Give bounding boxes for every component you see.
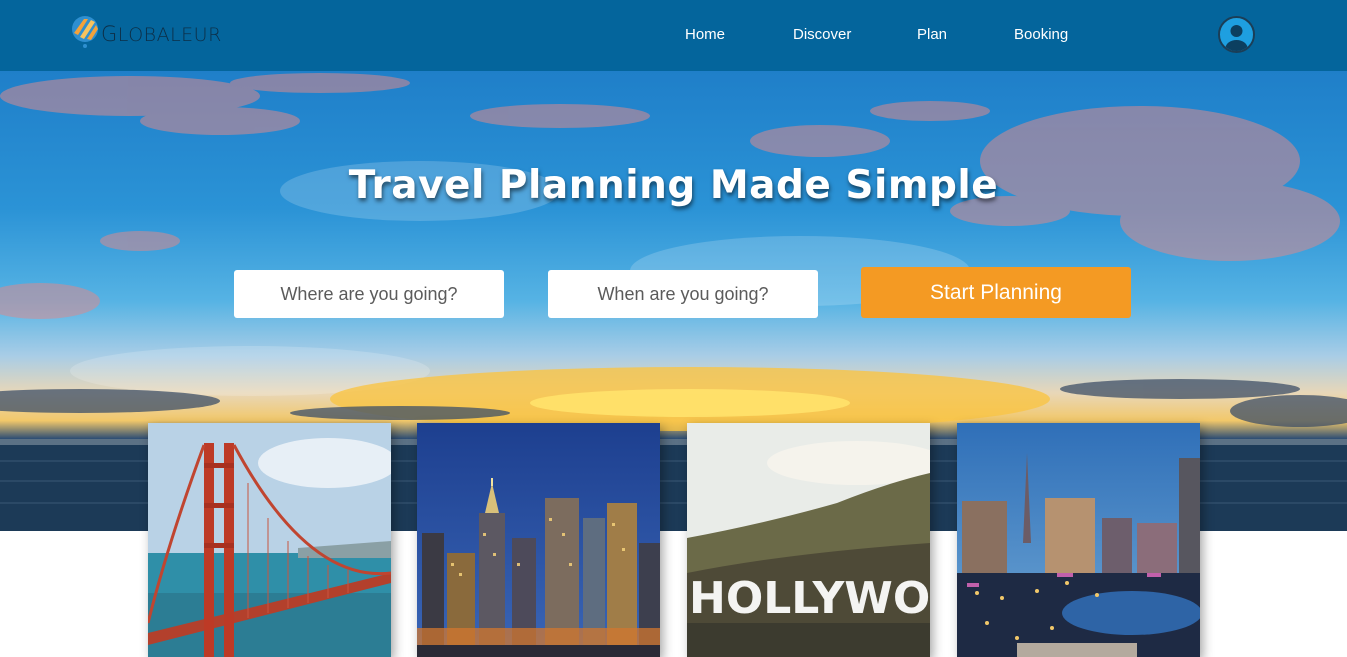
top-navbar: GLOBALEUR Home Discover Plan Booking bbox=[0, 0, 1347, 71]
new-york-skyline-image bbox=[417, 423, 660, 657]
hollywood-sign-text: HOLLYWOO bbox=[689, 573, 930, 624]
start-planning-button[interactable]: Start Planning bbox=[861, 267, 1131, 318]
golden-gate-bridge-image bbox=[148, 423, 391, 657]
nav-plan[interactable]: Plan bbox=[917, 26, 947, 43]
logo-mark-icon bbox=[72, 16, 98, 48]
hollywood-sign-image: HOLLYWOO bbox=[687, 423, 930, 657]
globaleur-logo[interactable]: GLOBALEUR bbox=[70, 12, 221, 52]
destination-card-hollywood[interactable]: HOLLYWOO bbox=[687, 423, 930, 657]
hero-title: Travel Planning Made Simple bbox=[348, 163, 999, 208]
destination-input[interactable] bbox=[234, 270, 504, 318]
user-avatar-icon[interactable] bbox=[1218, 16, 1255, 53]
nav-discover[interactable]: Discover bbox=[793, 26, 851, 43]
destination-card-new-york[interactable] bbox=[417, 423, 660, 657]
logo-wordmark: GLOBALEUR bbox=[101, 22, 222, 46]
destination-card-golden-gate[interactable] bbox=[148, 423, 391, 657]
destination-card-las-vegas[interactable] bbox=[957, 423, 1200, 657]
travel-date-input[interactable] bbox=[548, 270, 818, 318]
nav-booking[interactable]: Booking bbox=[1014, 26, 1068, 43]
nav-home[interactable]: Home bbox=[685, 26, 725, 43]
las-vegas-image bbox=[957, 423, 1200, 657]
